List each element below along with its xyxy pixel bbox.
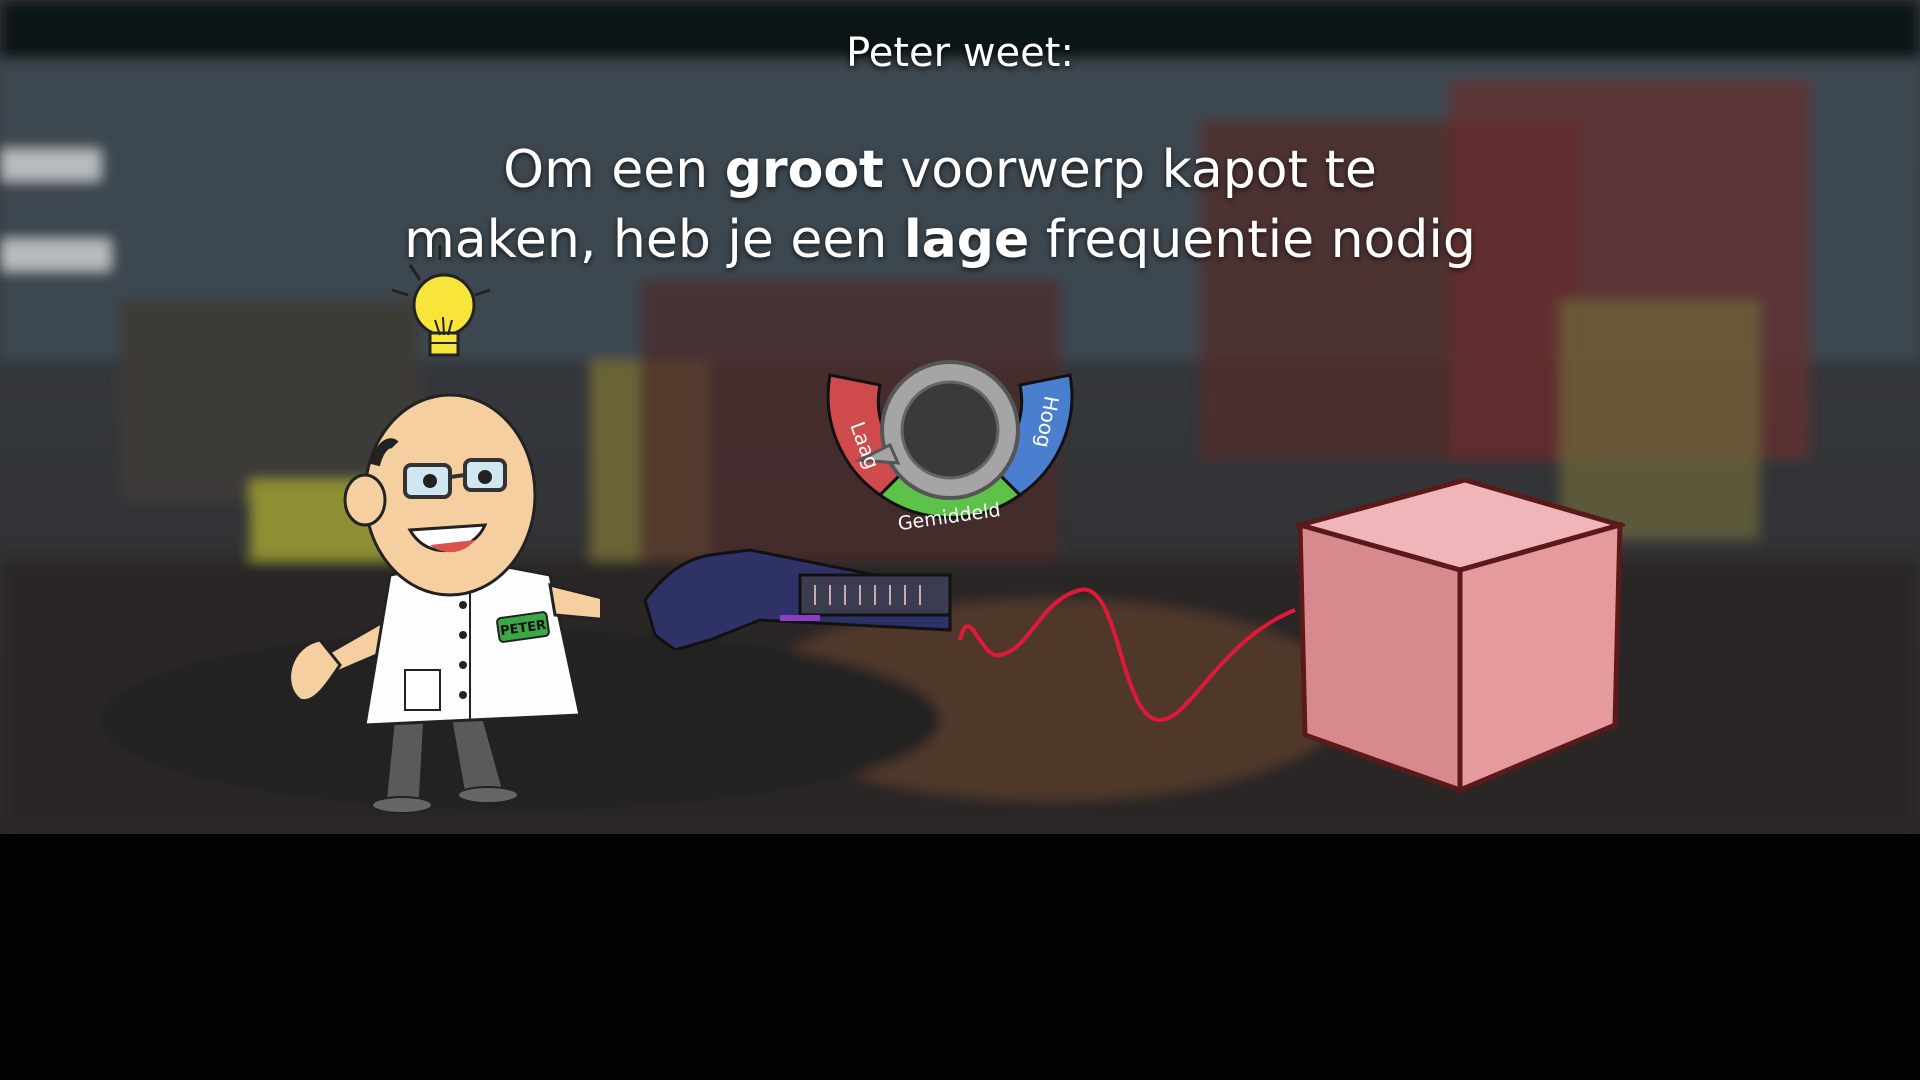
message-emphasis-groot: groot xyxy=(724,140,884,200)
bottom-bar xyxy=(0,834,1920,1080)
hint-message: Om een groot voorwerp kapot te maken, he… xyxy=(380,135,1500,275)
speaker-label: Peter weet: xyxy=(846,30,1074,76)
message-emphasis-lage: lage xyxy=(903,210,1030,270)
game-scene: Peter weet: Om een groot voorwerp kapot … xyxy=(0,0,1920,834)
peter-character: PETER xyxy=(288,393,600,814)
lightbulb-icon xyxy=(391,245,491,357)
target-cube[interactable] xyxy=(1295,470,1625,800)
sound-wave xyxy=(958,587,1296,723)
frequency-dial[interactable]: Laag Gemiddeld Hoog xyxy=(820,345,1080,565)
message-line2-post: frequentie nodig xyxy=(1029,210,1476,270)
message-line1-post: voorwerp kapot te xyxy=(883,140,1377,200)
message-line1-pre: Om een xyxy=(503,140,725,200)
